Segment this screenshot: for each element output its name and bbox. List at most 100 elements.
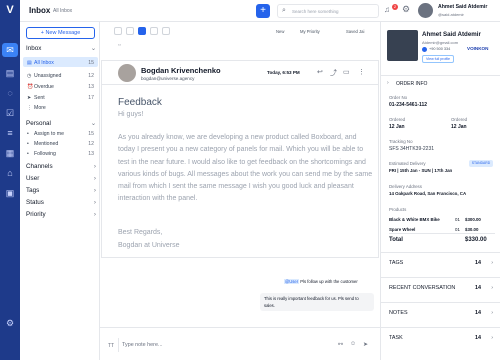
send-icon[interactable]: ➤ <box>363 341 368 348</box>
forward-icon[interactable]: ⤴ <box>330 68 337 78</box>
note-input-placeholder: Type note here... <box>122 342 163 348</box>
sidebar-item-inbox[interactable]: ▤ All Inbox 15 <box>20 59 100 68</box>
item-icon: • <box>27 131 29 137</box>
panel-section[interactable]: NOTES 14 › <box>381 302 500 323</box>
sidebar-section[interactable]: Tags › <box>26 186 96 196</box>
email-sign-1: Best Regards, <box>118 229 163 236</box>
sidebar-item-personal[interactable]: • Assign to me 15 <box>20 130 100 139</box>
chevron-right-icon: › <box>491 335 493 341</box>
filter-new-select[interactable]: New <box>276 27 284 36</box>
brand-logo: VOINKON <box>467 46 489 51</box>
format-icon[interactable]: TT <box>108 343 114 349</box>
ordered-value: 12 Jan <box>389 124 405 130</box>
standard-badge: STANDARD <box>469 160 493 167</box>
panel-section-label: TASK <box>389 335 403 341</box>
gear-icon[interactable]: ⚙ <box>402 4 410 15</box>
logo-icon[interactable]: V <box>3 4 17 16</box>
inbox-label: Inbox <box>26 45 42 52</box>
box-icon[interactable]: ▣ <box>4 187 16 199</box>
add-button[interactable]: + <box>256 4 270 18</box>
emoji-icon[interactable]: ☺ <box>350 341 356 347</box>
panel-section[interactable]: RECENT CONVERSATION 14 › <box>381 277 500 298</box>
sender-name: Bogdan Krivenchenko <box>141 66 221 75</box>
item-icon: ◷ <box>27 73 32 79</box>
sidebar-item-label: More <box>34 105 46 111</box>
sidebar-section-label: Status <box>26 199 44 206</box>
sidebar-item-inbox[interactable]: ➤ Sent 17 <box>20 94 100 103</box>
sidebar-item-count: 15 <box>88 60 94 66</box>
chevron-right-icon: › <box>93 199 96 206</box>
document-icon[interactable]: ▤ <box>4 67 16 79</box>
layers-icon[interactable]: ≡ <box>4 127 16 139</box>
personal-section-header[interactable]: Personal ⌄ <box>26 119 96 129</box>
sidebar-item-inbox[interactable]: ⋮ More <box>20 104 100 113</box>
sidebar-item-inbox[interactable]: ⏰ Overdue 13 <box>20 83 100 92</box>
sidebar-section-label: Tags <box>26 187 40 194</box>
mail-icon[interactable]: ✉ <box>4 44 16 56</box>
sidebar-section[interactable]: Priority › <box>26 210 96 220</box>
user-avatar[interactable] <box>418 3 433 18</box>
checkbox-icon[interactable] <box>114 27 122 35</box>
sidebar-item-count: 13 <box>88 84 94 90</box>
sidebar-item-label: Mentioned <box>34 141 59 147</box>
bank-icon[interactable]: ⌂ <box>4 167 16 179</box>
reply-icon[interactable]: ↩ <box>317 68 323 76</box>
more-icon[interactable] <box>162 27 170 35</box>
search-box[interactable]: ⌕ Search here something <box>277 4 379 18</box>
email-body: As you already know, we are developing a… <box>118 134 373 203</box>
new-message-button[interactable]: + New Message <box>26 27 95 39</box>
sidebar-section[interactable]: Channels › <box>26 162 96 172</box>
personal-label: Personal <box>26 120 51 127</box>
app-subtitle: All Inbox <box>53 8 73 14</box>
chevron-down-icon: ⌄ <box>90 120 96 127</box>
panel-section-count: 14 <box>475 285 481 291</box>
chevron-right-icon: › <box>93 187 96 194</box>
chevron-down-icon: ⌄ <box>90 45 96 52</box>
pin-icon[interactable]: ⇔ <box>117 42 122 48</box>
panel-section-label: NOTES <box>389 310 408 316</box>
chat-icon[interactable]: ◌ <box>4 87 16 99</box>
user-email: @said.atdemir <box>438 12 464 17</box>
customer-phone: +90 500 334 <box>429 47 451 51</box>
filter-priority-select[interactable]: My Priority <box>300 27 320 36</box>
checklist-icon[interactable]: ☑ <box>4 107 16 119</box>
search-input[interactable]: Search here something <box>292 9 339 14</box>
sidebar-section[interactable]: User › <box>26 174 96 184</box>
compose-bar: TT Type note here... ⚯ ☺ ➤ <box>100 327 380 360</box>
panel-section[interactable]: TASK 14 › <box>381 327 500 348</box>
inbox-section-header[interactable]: Inbox ⌄ <box>26 44 96 54</box>
sidebar-item-label: Sent <box>34 95 45 101</box>
email-greeting: Hi guys! <box>118 111 144 118</box>
archive-icon[interactable]: ▭ <box>343 68 350 76</box>
email-card: Bogdan Krivenchenko bogdan@universe.agen… <box>101 60 379 258</box>
settings-icon[interactable]: ⚙ <box>4 317 16 329</box>
refresh-icon[interactable] <box>150 27 158 35</box>
order-no: 01-234-5461-112 <box>389 102 428 108</box>
sidebar-section[interactable]: Status › <box>26 198 96 208</box>
link-icon[interactable]: ⚯ <box>338 341 343 348</box>
bell-icon[interactable]: ♫ <box>384 5 390 14</box>
more-icon[interactable]: ⋮ <box>358 68 365 76</box>
grid-view-icon[interactable] <box>126 27 134 35</box>
sidebar: + New Message Inbox ⌄ ▤ All Inbox 15 ◷ Un… <box>20 22 100 360</box>
sidebar-section-label: Channels <box>26 163 53 170</box>
list-view-icon[interactable] <box>138 27 146 35</box>
item-icon: ▤ <box>27 60 32 66</box>
filter-saved-select[interactable]: Saved Jai <box>346 27 364 36</box>
sidebar-item-personal[interactable]: • Following 13 <box>20 150 100 159</box>
phone-icon <box>422 47 427 52</box>
sidebar-item-inbox[interactable]: ◷ Unassigned 12 <box>20 72 100 81</box>
note-input[interactable]: Type note here... <box>118 338 356 352</box>
total-value: $330.00 <box>465 237 487 243</box>
chevron-icon: › <box>387 80 389 86</box>
view-profile-button[interactable]: View full profile <box>422 55 454 63</box>
order-info-header[interactable]: › ORDER INFO <box>381 75 500 89</box>
estimated-value: FRI | 15th Jan - SUN | 17th Jan <box>389 168 453 173</box>
ordered-label: Ordered <box>389 117 406 122</box>
chevron-right-icon: › <box>491 285 493 291</box>
sidebar-item-personal[interactable]: • Mentioned 12 <box>20 140 100 149</box>
sender-avatar <box>118 64 136 82</box>
grid-icon[interactable]: ▦ <box>4 147 16 159</box>
email-subject: Feedback <box>118 97 162 108</box>
panel-section[interactable]: TAGS 14 › <box>381 252 500 273</box>
